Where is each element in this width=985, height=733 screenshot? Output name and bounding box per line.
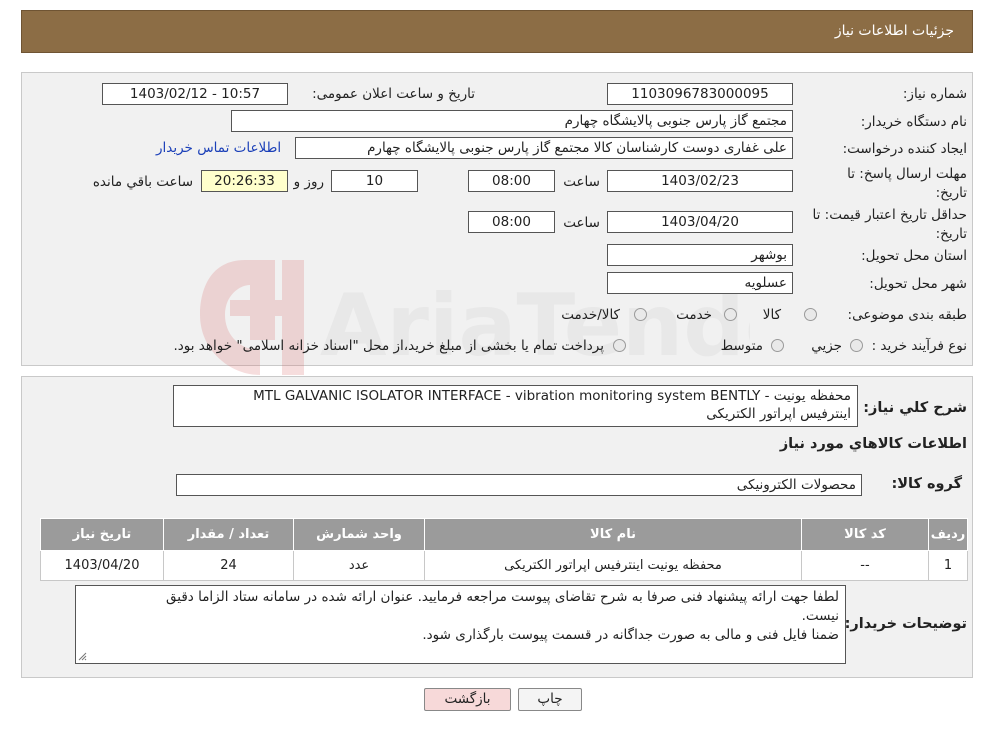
col-date: تاريخ نياز	[40, 518, 164, 551]
days-label: روز و	[293, 174, 324, 190]
process-radio-treasury[interactable]	[613, 339, 626, 352]
deadline-date-field: 1403/02/23	[607, 170, 793, 192]
col-name: نام كالا	[424, 518, 802, 551]
summary-line-1: محفظه یونیت - MTL GALVANIC ISOLATOR INTE…	[253, 388, 851, 404]
cell-qty: 24	[163, 550, 294, 581]
validity-date-field: 1403/04/20	[607, 211, 793, 233]
process-note: پرداخت تمام یا بخشی از مبلغ خرید،از محل …	[173, 338, 604, 354]
validity-time-label: ساعت	[563, 215, 600, 231]
deadline-time-field: 08:00	[468, 170, 555, 192]
buyer-org-label: نام دستگاه خریدار:	[860, 114, 967, 130]
goods-table: رديف كد كالا نام كالا واحد شمارش تعداد /…	[40, 518, 968, 581]
process-radio-medium[interactable]	[771, 339, 784, 352]
need-number-label: شماره نیاز:	[902, 86, 967, 102]
summary-line-2: اینترفیس اپراتور الکتریکی	[706, 406, 851, 422]
city-field: عسلویه	[607, 272, 793, 294]
creator-label: ایجاد کننده درخواست:	[842, 141, 967, 157]
province-label: استان محل تحویل:	[861, 248, 967, 264]
page-header: جزئیات اطلاعات نیاز	[21, 10, 973, 53]
notes-line-2: نیست.	[801, 608, 839, 624]
process-radio-minor[interactable]	[850, 339, 863, 352]
notes-label: توضیحات خریدار:	[844, 616, 967, 632]
cell-date: 1403/04/20	[40, 550, 164, 581]
resize-grip-icon[interactable]	[78, 652, 87, 661]
back-button[interactable]: بازگشت	[424, 688, 511, 711]
remaining-label: ساعت باقي مانده	[92, 174, 193, 190]
summary-textarea: محفظه یونیت - MTL GALVANIC ISOLATOR INTE…	[173, 385, 858, 427]
category-radio-goods-service[interactable]	[634, 308, 647, 321]
col-row: رديف	[928, 518, 968, 551]
category-radio-goods[interactable]	[804, 308, 817, 321]
col-code: كد كالا	[801, 518, 929, 551]
cell-name: محفظه یونیت اینترفیس اپراتور الکتریکی	[424, 550, 802, 581]
notes-line-3: ضمنا فایل فنی و مالی به صورت جداگانه در …	[422, 627, 839, 643]
validity-time-field: 08:00	[468, 211, 555, 233]
notes-textarea: لطفا جهت ارائه پیشنهاد فنی صرفا به شرح ت…	[75, 585, 846, 664]
category-option-goods-service: کالا/خدمت	[561, 307, 620, 323]
goods-group-label: گروه کالا:	[891, 476, 962, 492]
buyer-org-field: مجتمع گاز پارس جنوبی پالایشگاه چهارم	[231, 110, 793, 132]
days-field: 10	[331, 170, 418, 192]
category-radio-service[interactable]	[724, 308, 737, 321]
need-number-field: 1103096783000095	[607, 83, 793, 105]
cell-row: 1	[928, 550, 968, 581]
city-label: شهر محل تحویل:	[869, 276, 967, 292]
process-option-medium: متوسط	[720, 338, 763, 354]
process-option-minor: جزيي	[811, 338, 842, 354]
buyer-contact-link[interactable]: اطلاعات تماس خریدار	[156, 140, 281, 156]
goods-table-header: رديف كد كالا نام كالا واحد شمارش تعداد /…	[40, 518, 968, 551]
summary-label: شرح كلي نياز:	[863, 400, 967, 416]
page-title: جزئیات اطلاعات نیاز	[834, 23, 954, 39]
creator-field: علی غفاری دوست کارشناسان کالا مجتمع گاز …	[295, 137, 793, 159]
col-qty: تعداد / مقدار	[163, 518, 294, 551]
category-option-goods: کالا	[762, 307, 781, 323]
goods-section-title: اطلاعات كالاهاي مورد نياز	[779, 436, 967, 452]
table-row: 1 -- محفظه یونیت اینترفیس اپراتور الکتری…	[40, 550, 968, 581]
remaining-time-field: 20:26:33	[201, 170, 288, 192]
category-label: طبقه بندی موضوعی:	[847, 307, 967, 323]
announce-label: تاریخ و ساعت اعلان عمومی:	[312, 86, 475, 102]
validity-label: حداقل تاريخ اعتبار قيمت: تا تاریخ:	[812, 207, 967, 242]
announce-field: 1403/02/12 - 10:57	[102, 83, 288, 105]
goods-group-field: محصولات الکترونیکی	[176, 474, 862, 496]
cell-code: --	[801, 550, 929, 581]
deadline-time-label: ساعت	[563, 174, 600, 190]
deadline-label: مهلت ارسال پاسخ: تا تاریخ:	[847, 166, 967, 201]
province-field: بوشهر	[607, 244, 793, 266]
cell-unit: عدد	[293, 550, 425, 581]
category-option-service: خدمت	[676, 307, 712, 323]
print-button[interactable]: چاپ	[518, 688, 582, 711]
process-label: نوع فرآیند خرید :	[871, 338, 967, 354]
notes-line-1: لطفا جهت ارائه پیشنهاد فنی صرفا به شرح ت…	[166, 589, 839, 605]
col-unit: واحد شمارش	[293, 518, 425, 551]
